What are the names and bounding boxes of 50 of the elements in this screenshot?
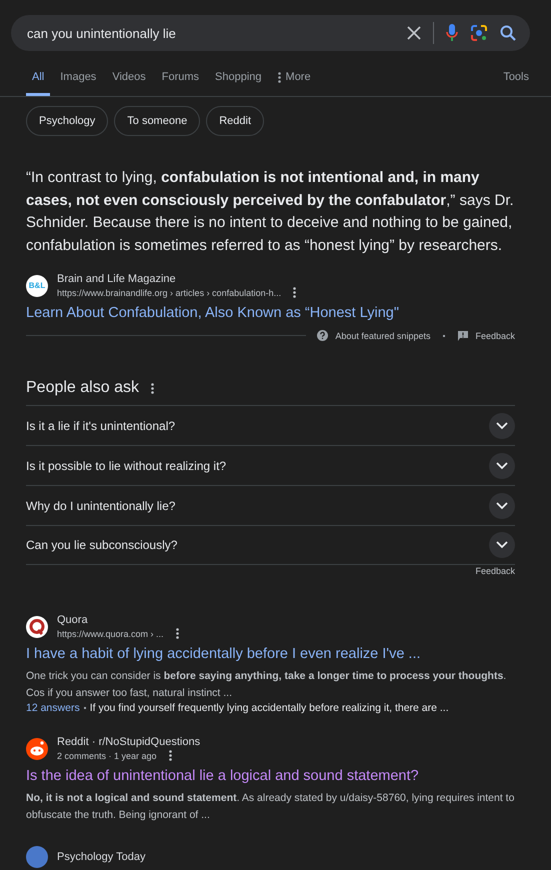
more-options-icon[interactable]: [176, 628, 179, 639]
camera-icon[interactable]: [470, 24, 488, 42]
more-options-icon[interactable]: [168, 750, 172, 761]
tools-button[interactable]: Tools: [497, 63, 529, 96]
filter-chip[interactable]: Psychology: [26, 106, 108, 136]
question-row[interactable]: Why do I unintentionally lie?: [26, 485, 515, 525]
search-field[interactable]: can you unintentionally lie: [11, 15, 530, 51]
filter-chip[interactable]: Reddit: [206, 106, 264, 136]
search-tab[interactable]: More: [272, 63, 317, 96]
result-snippet: One trick you can consider is before saying anything, take a longer time to process your thoughts. Cos if you answer too fast, natural instinct ...: [26, 669, 508, 701]
site-name: Reddit · r/NoStupidQuestions: [57, 736, 200, 748]
feedback-icon[interactable]: [458, 330, 468, 340]
site-url: https://www.brainandlife.org › articles › confabulation-h...: [57, 288, 282, 298]
site-name: Psychology Today: [57, 851, 146, 863]
site-favicon: [26, 738, 48, 760]
site-favicon: B&L: [26, 274, 48, 296]
question-row[interactable]: Is it possible to lie without realizing it?: [26, 445, 515, 485]
microphone-icon[interactable]: [446, 24, 458, 42]
site-name: Brain and Life Magazine: [57, 273, 177, 285]
site-url: https://www.quora.com › ...: [57, 628, 164, 638]
site-favicon: [26, 846, 48, 868]
site-favicon: [26, 616, 48, 638]
close-icon[interactable]: [407, 26, 421, 40]
result-link[interactable]: I have a habit of lying accidentally before I even realize I've ...: [26, 646, 525, 662]
result-link[interactable]: Learn About Confabulation, Also Known as “Honest Lying": [26, 305, 525, 321]
search-input[interactable]: can you unintentionally lie: [27, 26, 395, 40]
filter-chip[interactable]: To someone: [114, 106, 200, 136]
feedback-link[interactable]: Feedback: [475, 330, 515, 340]
search-icon[interactable]: [500, 25, 516, 41]
search-tab[interactable]: All: [26, 63, 50, 96]
more-options-icon[interactable]: [150, 382, 154, 394]
more-options-icon[interactable]: [293, 287, 296, 298]
site-name: Quora: [57, 614, 89, 626]
answers-link[interactable]: 12 answers: [26, 702, 80, 714]
feedback-link[interactable]: Feedback: [475, 566, 515, 576]
search-tab[interactable]: Videos: [106, 63, 152, 96]
search-tab[interactable]: Images: [54, 63, 102, 96]
question-row[interactable]: Is it a lie if it's unintentional?: [26, 405, 515, 445]
question-row[interactable]: Can you lie subconsciously?: [26, 525, 515, 565]
site-url: 2 comments · 1 year ago: [57, 750, 157, 760]
section-heading: People also ask: [26, 379, 139, 397]
result-link[interactable]: Is the idea of unintentional lie a logical and sound statement?: [26, 768, 525, 784]
featured-snippet-text: “In contrast to lying, confabulation is not intentional and, in many cases, not even consciously perceived by the confabulator,” says Dr. Schnider. Because there is no intent to deceive and nothing to be gained, confabulation is sometimes referred to as “honest lying” by researchers.: [26, 168, 515, 256]
result-snippet: No, it is not a logical and sound statement. As already stated by u/daisy-58760, lying requires intent to obfuscate the truth. Being ignorant of ...: [26, 791, 516, 823]
about-link[interactable]: About featured snippets: [335, 330, 430, 340]
more-icon: [278, 72, 281, 82]
help-icon[interactable]: [317, 330, 328, 341]
search-tab[interactable]: Forums: [156, 63, 206, 96]
answer-preview: If you find yourself frequently lying accidentally before realizing it, there are ...: [80, 702, 449, 714]
search-tab[interactable]: Shopping: [209, 63, 268, 96]
